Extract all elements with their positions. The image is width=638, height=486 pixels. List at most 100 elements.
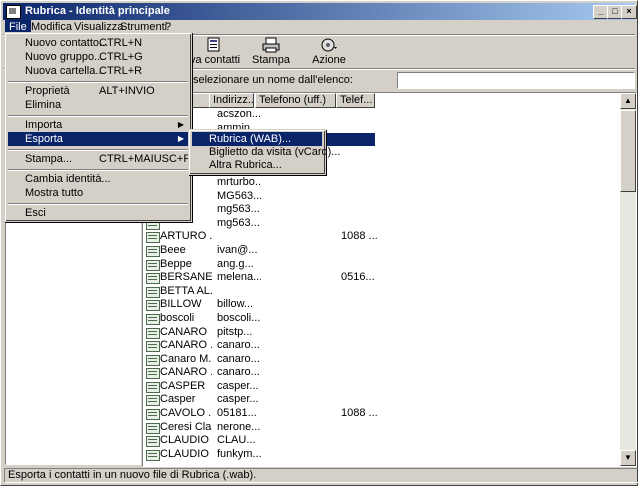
scroll-thumb[interactable] (620, 110, 636, 192)
list-item[interactable]: BETTA AL... (143, 285, 621, 299)
list-item[interactable]: CANARO ... canaro... (143, 339, 621, 353)
list-item[interactable]: Beee ivan@... (143, 244, 621, 258)
contact-card-icon (146, 422, 160, 434)
close-button[interactable]: × (621, 5, 637, 19)
menu-separator (8, 115, 188, 117)
list-item[interactable]: boscoli boscoli... (143, 312, 621, 326)
contact-phone: 1088 ... (341, 407, 378, 420)
list-item[interactable]: CLAUDIO CLAU... (143, 434, 621, 448)
list-item[interactable]: Ceresi Cla... nerone... (143, 421, 621, 435)
contact-email: ang.g... (217, 257, 254, 270)
contact-phone: 1088 ... (341, 230, 378, 243)
contact-email: nerone... (217, 420, 261, 433)
submenu-arrow-icon: ▶ (177, 134, 184, 143)
search-input[interactable] (397, 72, 635, 89)
contact-email: billow... (217, 298, 254, 311)
contact-card-icon (146, 368, 160, 380)
addressbook-icon[interactable] (6, 5, 21, 19)
column-phone-work-header[interactable]: Telefono (uff.) (255, 93, 336, 108)
menu-item-new-folder[interactable]: Nuova cartella... CTRL+R (8, 64, 188, 78)
contact-name: CAVOLO ... (160, 407, 212, 420)
list-item[interactable]: MG563... (143, 190, 621, 204)
contact-name: Beppe (160, 257, 192, 270)
menu-separator (8, 169, 188, 171)
menu-item-properties[interactable]: Proprietà ALT+INVIO (8, 84, 188, 98)
scroll-down-button[interactable]: ▼ (620, 450, 636, 466)
printer-icon (262, 37, 280, 53)
list-item[interactable]: CANARO pitstp... (143, 326, 621, 340)
list-item[interactable]: CLAUDIO funkym... (143, 448, 621, 462)
contact-email: canaro... (217, 339, 260, 352)
contact-name: CANARO ... (160, 339, 212, 352)
menu-item-switch-identity[interactable]: Cambia identità... (8, 172, 188, 186)
status-bar: Esporta i contatti in un nuovo file di R… (3, 467, 638, 483)
contact-name: CLAUDIO (160, 447, 209, 460)
list-item[interactable]: mg563... (143, 217, 621, 231)
contact-name: BETTA AL... (160, 284, 212, 297)
contact-card-icon (146, 232, 160, 244)
list-header: Indirizz... Telefono (uff.) Telef... (143, 93, 623, 108)
menu-separator (8, 203, 188, 205)
action-icon (321, 38, 337, 52)
list-item[interactable]: Canaro M... canaro... (143, 353, 621, 367)
title-bar[interactable]: Rubrica - Identità principale _ □ × (3, 3, 637, 20)
contact-name: BILLOW (160, 298, 202, 311)
menu-item-export-other[interactable]: Altra Rubrica... (192, 158, 322, 172)
list-item[interactable]: BERSANE... melena... 0516... (143, 271, 621, 285)
action-button[interactable]: Azione (307, 35, 351, 67)
contact-email: funkym... (217, 447, 261, 460)
contact-name: CANARO ... (160, 366, 212, 379)
list-item[interactable]: e ...acszon... (143, 108, 621, 122)
menu-item-print[interactable]: Stampa... CTRL+MAIUSC+F12 (8, 152, 202, 166)
action-label: Azione (312, 54, 346, 66)
contact-name: Beee (160, 243, 186, 256)
contact-email: CLAU... (217, 434, 256, 447)
contact-email: casper... (217, 393, 259, 406)
contact-email: boscoli... (217, 311, 261, 324)
contact-email: acszon... (217, 108, 261, 120)
column-email-header[interactable]: Indirizz... (209, 93, 257, 108)
menu-item-export-vcard[interactable]: Biglietto da visita (vCard)... (192, 145, 340, 159)
list-item[interactable]: ARTURO ... 1088 ... (143, 230, 621, 244)
contact-card-icon (146, 381, 160, 393)
list-item[interactable]: CASPER casper... (143, 380, 621, 394)
contact-name: Casper (160, 393, 196, 406)
menu-item-new-contact[interactable]: Nuovo contatto... CTRL+N (8, 36, 188, 50)
print-button[interactable]: Stampa (249, 35, 293, 67)
vertical-scrollbar[interactable]: ▲ ▼ (620, 93, 636, 466)
contact-card-icon (146, 354, 160, 366)
menu-item-import[interactable]: Importa ▶ (8, 118, 188, 132)
contact-name: Canaro M... (160, 352, 212, 365)
contact-name: boscoli (160, 311, 195, 324)
menu-item-show-all[interactable]: Mostra tutto (8, 186, 188, 200)
menu-separator (8, 149, 188, 151)
contact-name: CANARO (160, 325, 208, 338)
list-item[interactable]: CANARO ... canaro... (143, 366, 621, 380)
column-phone-home-header[interactable]: Telef... (336, 93, 375, 108)
list-item[interactable]: Casper casper... (143, 393, 621, 407)
menu-item-exit[interactable]: Esci (8, 206, 188, 220)
list-item[interactable]: Beppe ang.g... (143, 258, 621, 272)
status-text: Esporta i contatti in un nuovo file di R… (4, 468, 638, 483)
contact-email: ivan@... (217, 243, 258, 256)
list-item[interactable]: BILLOW billow... (143, 298, 621, 312)
contact-card-icon (146, 449, 160, 461)
contact-card-icon (146, 259, 160, 271)
search-label: selezionare un nome dall'elenco: (193, 74, 353, 86)
menu-item-new-group[interactable]: Nuovo gruppo... CTRL+G (8, 50, 188, 64)
menu-item-export-wab[interactable]: Rubrica (WAB)... (192, 132, 322, 146)
contact-card-icon (146, 341, 160, 353)
print-label: Stampa (252, 54, 290, 66)
menu-item-export[interactable]: Esporta ▶ (8, 132, 188, 146)
contact-name: ARTURO ... (160, 230, 212, 243)
list-item[interactable]: CAVOLO ... 05181... 1088 ... (143, 407, 621, 421)
contact-card-icon (146, 286, 160, 298)
contact-email: pitstp... (217, 325, 253, 338)
contact-card-icon (146, 436, 160, 448)
contact-name: BERSANE... (160, 271, 212, 284)
scroll-up-button[interactable]: ▲ (620, 93, 636, 109)
menu-item-delete[interactable]: Elimina (8, 98, 188, 112)
contact-name: Ceresi Cla... (160, 420, 212, 433)
list-item[interactable]: O...mg563... (143, 203, 621, 217)
list-item[interactable]: mrturbo... (143, 176, 621, 190)
